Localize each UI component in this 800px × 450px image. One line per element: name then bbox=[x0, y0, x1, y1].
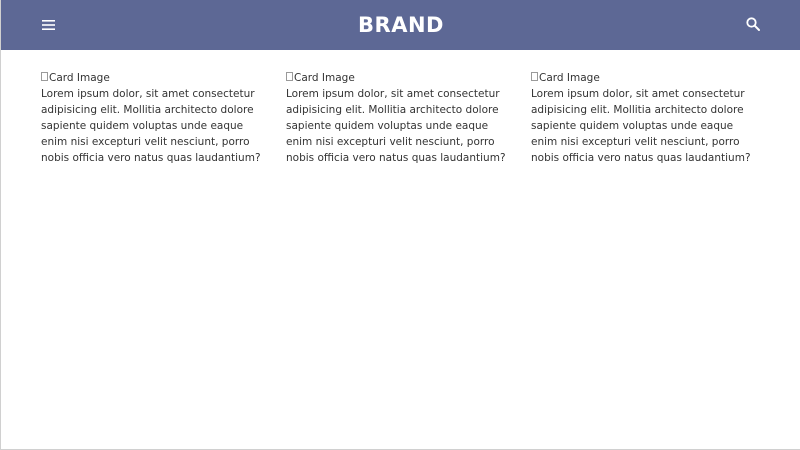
search-icon bbox=[741, 12, 765, 36]
card-text: Lorem ipsum dolor, sit amet consectetur … bbox=[286, 88, 506, 164]
card-image: Card Image bbox=[286, 70, 514, 86]
broken-image-icon bbox=[286, 71, 293, 81]
broken-image-icon bbox=[531, 71, 538, 81]
card-grid: Card Image Lorem ipsum dolor, sit amet c… bbox=[41, 69, 771, 166]
card-image: Card Image bbox=[41, 70, 269, 86]
brand-title: BRAND bbox=[358, 13, 444, 37]
card: Card Image Lorem ipsum dolor, sit amet c… bbox=[41, 69, 269, 166]
card-image-alt-text: Card Image bbox=[49, 72, 110, 84]
card-image-alt-text: Card Image bbox=[539, 72, 600, 84]
card: Card Image Lorem ipsum dolor, sit amet c… bbox=[286, 69, 514, 166]
page: BRAND Card Image Lorem ipsum dolor, sit … bbox=[0, 0, 800, 450]
hamburger-menu-icon bbox=[37, 13, 61, 37]
card-text: Lorem ipsum dolor, sit amet consectetur … bbox=[531, 88, 751, 164]
card-image: Card Image bbox=[531, 70, 759, 86]
broken-image-icon bbox=[41, 71, 48, 81]
menu-button[interactable] bbox=[37, 13, 61, 37]
card-image-alt-text: Card Image bbox=[294, 72, 355, 84]
search-button[interactable] bbox=[741, 12, 765, 36]
top-app-bar: BRAND bbox=[1, 0, 800, 50]
card: Card Image Lorem ipsum dolor, sit amet c… bbox=[531, 69, 759, 166]
card-text: Lorem ipsum dolor, sit amet consectetur … bbox=[41, 88, 261, 164]
